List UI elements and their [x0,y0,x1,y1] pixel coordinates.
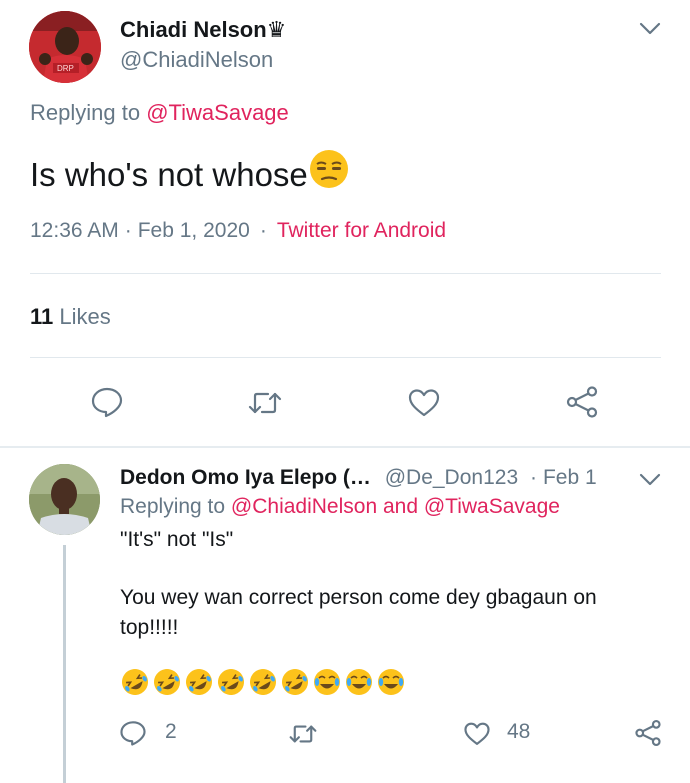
reply-text-line: You wey wan correct person come dey gbag… [120,586,597,609]
joy-emoji [314,669,340,695]
replying-and: and [377,495,424,518]
reply-icon[interactable] [90,385,124,419]
rofl-emoji [186,669,212,695]
likes-count: 11 [30,304,54,329]
reply-emoji-row [120,667,408,702]
like-count: 48 [507,720,531,743]
separator-dot: · [529,466,537,489]
likes-label: Likes [59,304,111,329]
rofl-emoji [218,669,244,695]
unamused-face-emoji [309,150,348,188]
reply-avatar[interactable] [29,464,100,535]
reply-author-handle[interactable]: @De_Don123 [385,466,518,489]
thread-line [63,545,66,783]
rofl-emoji [250,669,276,695]
rofl-emoji [282,669,308,695]
reply-header: Dedon Omo Iya Elepo (… @De_Don123 · Feb 1 [120,466,597,490]
reply-date[interactable]: Feb 1 [543,466,597,489]
reply-text-line: top!!!!! [120,616,179,639]
replying-prefix: Replying to [120,495,231,518]
author-name[interactable]: Chiadi Nelson♛ [120,17,286,43]
rofl-emoji [154,669,180,695]
tweet-time: 12:36 AM [30,219,119,242]
reply-count: 2 [165,720,177,743]
mention-link[interactable]: @TiwaSavage [424,495,560,518]
tweet-meta: 12:36 AM · Feb 1, 2020 · Twitter for Android [30,219,447,242]
mention-link[interactable]: @TiwaSavage [146,100,289,125]
tweet-text: Is who's not whose [30,148,350,194]
avatar-photo [29,464,100,535]
share-icon[interactable] [565,385,599,419]
retweet-icon[interactable] [289,720,317,748]
joy-emoji [346,669,372,695]
rofl-emoji [122,669,148,695]
divider [30,357,661,358]
reply-text-line: "It's" not "Is" [120,528,234,551]
reply-author-name[interactable]: Dedon Omo Iya Elepo (… [120,466,371,489]
avatar[interactable]: DRP [29,11,101,83]
replying-prefix: Replying to [30,100,147,125]
reply-icon[interactable] [119,719,147,747]
avatar-photo: DRP [29,11,101,83]
chevron-down-icon[interactable] [639,473,661,487]
retweet-icon[interactable] [248,386,282,420]
author-handle[interactable]: @ChiadiNelson [120,47,273,73]
section-separator [0,446,690,448]
tweet-body: Is who's not whose [30,156,308,193]
reply-replying-to: Replying to @ChiadiNelson and @TiwaSavag… [120,495,560,519]
share-icon[interactable] [634,719,662,747]
joy-emoji [378,669,404,695]
replying-to: Replying to @TiwaSavage [30,100,289,126]
like-icon[interactable] [463,720,491,748]
chevron-down-icon[interactable] [639,22,661,36]
divider [30,273,661,274]
tweet-date: Feb 1, 2020 [137,219,250,242]
svg-text:DRP: DRP [57,64,74,73]
tweet-source[interactable]: Twitter for Android [277,219,446,242]
likes-summary[interactable]: 11 Likes [30,304,111,330]
like-icon[interactable] [407,386,441,420]
mention-link[interactable]: @ChiadiNelson [231,495,377,518]
